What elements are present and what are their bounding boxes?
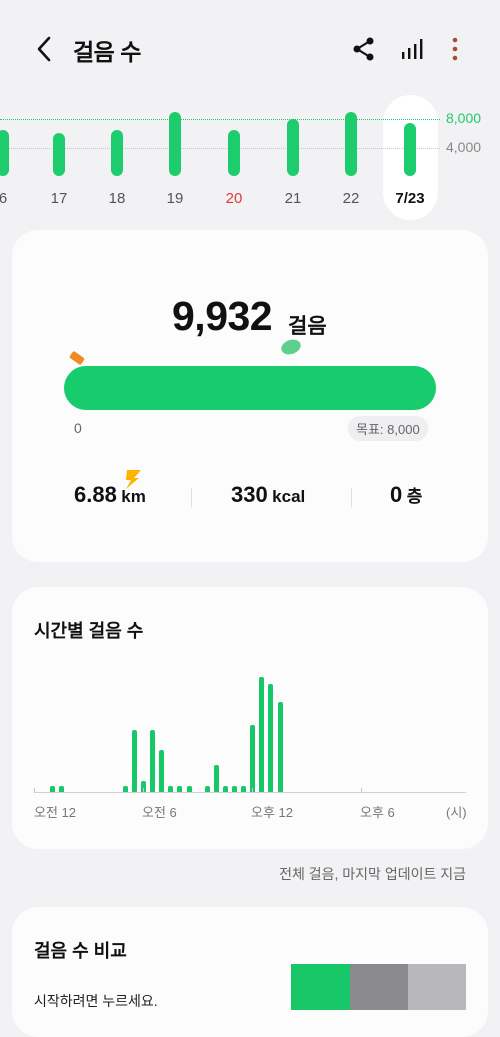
activity-marker-icon [68, 350, 86, 366]
distance-value: 6.88 [74, 482, 117, 507]
hour-bar [150, 729, 156, 792]
day-column[interactable]: 21 [273, 92, 313, 220]
compare-segment [350, 964, 408, 1010]
progress-start-label: 0 [74, 420, 82, 436]
compare-segment [408, 964, 466, 1010]
day-column[interactable]: 20 [214, 92, 254, 220]
app-bar: 걸음 수 [0, 0, 500, 95]
hour-bar [122, 786, 128, 792]
goal-badge: 목표: 8,000 [348, 416, 428, 441]
stat-divider [191, 488, 192, 508]
day-label: 6 [0, 190, 8, 207]
hour-bar [213, 764, 219, 792]
goal-reached-marker-icon [279, 337, 303, 357]
calories-stat: 330 kcal [231, 482, 305, 508]
hour-bar [59, 786, 65, 792]
share-icon [353, 37, 374, 61]
page-title: 걸음 수 [73, 39, 141, 65]
day-label: 22 [342, 190, 360, 207]
hour-bar [50, 786, 55, 792]
hour-bar [131, 729, 137, 792]
weekly-steps-strip: 8,000 4,000 6 17 18 19 20 21 22 7/23 [0, 92, 500, 220]
chevron-left-icon [37, 36, 51, 62]
goal-line-label: 8,000 [446, 110, 482, 127]
x-axis [34, 792, 466, 793]
x-axis-label: (시) [446, 805, 467, 820]
share-button[interactable] [352, 36, 376, 62]
reference-line-label: 4,000 [446, 138, 482, 155]
day-label: 17 [50, 190, 68, 207]
hour-bar [168, 786, 174, 792]
hourly-steps-card[interactable]: 시간별 걸음 수 오전 12 오전 6 오후 12 오후 6 (시) [12, 587, 488, 849]
x-axis-tick [361, 788, 362, 793]
day-steps-bar [169, 112, 181, 176]
hour-bar [277, 702, 283, 792]
day-label: 20 [225, 190, 243, 207]
hour-bar [250, 725, 256, 792]
stat-divider [351, 488, 352, 508]
distance-unit: km [121, 487, 146, 506]
day-label: 21 [284, 190, 302, 207]
day-column[interactable]: 17 [39, 92, 79, 220]
more-vertical-icon [452, 37, 458, 61]
more-options-button[interactable] [446, 36, 464, 62]
hour-bar [177, 786, 183, 792]
day-column[interactable]: 6 [0, 92, 23, 220]
day-steps-bar [287, 119, 299, 176]
steps-count: 9,932 [172, 293, 273, 339]
daily-summary-card[interactable]: 9,932 걸음 0 목표: 8,000 6.88 km 330 kcal 0 … [12, 230, 488, 562]
day-column[interactable]: 22 [331, 92, 371, 220]
day-steps-bar [345, 112, 357, 176]
x-axis-tick [252, 788, 253, 793]
steps-unit: 걸음 [288, 315, 327, 338]
hour-bar [204, 786, 210, 792]
x-axis-tick [34, 788, 35, 793]
day-steps-bar [111, 129, 123, 176]
floors-unit: 층 [406, 487, 423, 506]
x-axis-label: 오후 6 [360, 805, 395, 820]
x-axis-tick [143, 788, 144, 793]
day-steps-bar [404, 122, 416, 176]
hour-bar [259, 676, 265, 792]
day-label: 7/23 [395, 190, 425, 207]
back-button[interactable] [30, 32, 58, 66]
x-axis-label: 오전 12 [34, 805, 76, 820]
day-column[interactable]: 19 [155, 92, 195, 220]
compare-hint: 시작하려면 누르세요. [34, 993, 158, 1009]
hourly-title: 시간별 걸음 수 [34, 621, 144, 641]
x-axis-label: 오후 12 [251, 805, 293, 820]
x-axis-label: 오전 6 [142, 805, 177, 820]
day-steps-bar [0, 129, 9, 176]
floors-value: 0 [390, 482, 403, 507]
steps-progress-bar [64, 366, 436, 410]
compare-title: 걸음 수 비교 [34, 941, 127, 961]
compare-segment [291, 964, 350, 1010]
hour-bar [222, 786, 228, 792]
distance-stat: 6.88 km [74, 482, 146, 508]
day-label: 18 [108, 190, 126, 207]
day-column[interactable]: 18 [97, 92, 137, 220]
update-note: 전체 걸음, 마지막 업데이트 지금 [279, 866, 466, 882]
hour-bar [159, 749, 165, 792]
hour-bar [186, 786, 192, 792]
trend-chart-button[interactable] [400, 36, 426, 62]
hour-bar [232, 786, 237, 792]
day-steps-bar [53, 133, 65, 176]
bar-chart-icon [402, 39, 423, 59]
calories-unit: kcal [272, 487, 306, 506]
day-column[interactable]: 7/23 [390, 92, 430, 220]
day-label: 19 [166, 190, 184, 207]
hour-bar [268, 683, 274, 792]
day-steps-bar [228, 129, 240, 176]
calories-value: 330 [231, 482, 268, 507]
hour-bar [241, 786, 247, 792]
floors-stat: 0 층 [390, 482, 422, 508]
